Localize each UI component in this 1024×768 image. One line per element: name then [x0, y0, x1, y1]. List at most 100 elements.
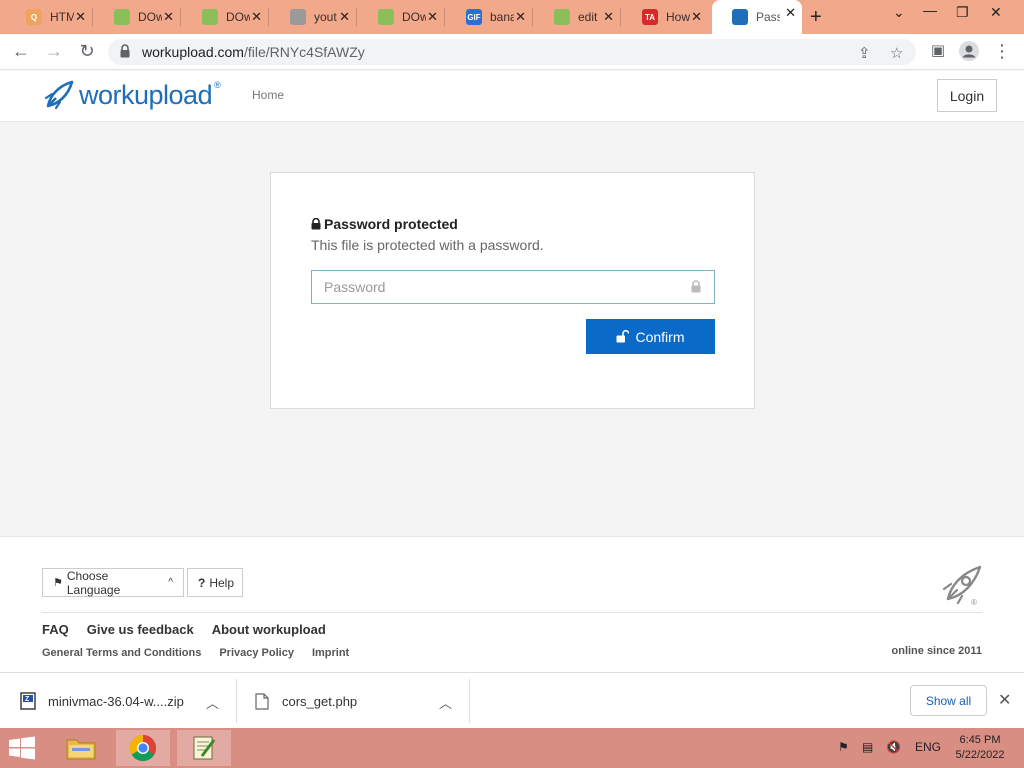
footer-divider	[42, 612, 982, 613]
chevron-up-icon[interactable]: ︿	[206, 693, 219, 712]
download-divider	[236, 679, 237, 723]
share-icon[interactable]: ⇪	[858, 44, 871, 62]
show-all-button[interactable]: Show all	[910, 685, 987, 716]
notepad-plus-icon[interactable]	[177, 730, 231, 766]
close-icon[interactable]: ✕	[998, 690, 1011, 710]
nav-home-link[interactable]: Home	[252, 88, 284, 102]
logo-registered-mark: ®	[214, 80, 221, 90]
card-title: Password protected	[311, 216, 458, 232]
language-indicator[interactable]: ENG	[915, 740, 941, 754]
browser-tab[interactable]: GIF bana ✕	[446, 4, 533, 30]
browser-tab[interactable]: Q HTM ✕	[6, 4, 93, 30]
tab-title: Pass	[756, 10, 780, 24]
volume-muted-icon[interactable]: 🔇	[886, 740, 901, 754]
file-explorer-icon[interactable]	[54, 730, 108, 766]
unlock-icon	[616, 330, 630, 343]
site-header: workupload ® Home Login	[0, 71, 1024, 122]
side-panel-icon[interactable]: ▣	[927, 41, 949, 59]
tab-close-icon[interactable]: ✕	[339, 9, 350, 25]
online-since-text: online since 2011	[891, 645, 983, 657]
tab-close-icon[interactable]: ✕	[427, 9, 438, 25]
choose-language-button[interactable]: ⚑ Choose Language ^	[42, 568, 184, 597]
download-item[interactable]: Z minivmac-36.04-w....zip	[20, 673, 184, 729]
tab-title: DOw	[402, 10, 426, 24]
file-icon	[255, 692, 269, 710]
about-link[interactable]: About workupload	[212, 622, 326, 637]
question-icon: ?	[198, 575, 206, 590]
password-input[interactable]	[311, 270, 715, 304]
tab-close-icon[interactable]: ✕	[603, 9, 614, 25]
restore-button[interactable]: ❐	[956, 4, 969, 21]
tab-close-icon[interactable]: ✕	[515, 9, 526, 25]
close-window-button[interactable]: ✕	[990, 4, 1002, 21]
reload-button[interactable]: ↻	[76, 41, 98, 62]
site-footer: ⚑ Choose Language ^ ? Help ® FAQ Give us…	[0, 536, 1024, 672]
download-item[interactable]: cors_get.php	[255, 673, 357, 729]
chevron-up-icon: ^	[168, 577, 173, 588]
faq-link[interactable]: FAQ	[42, 622, 69, 637]
tab-close-icon[interactable]: ✕	[75, 9, 86, 25]
tab-title: yout	[314, 10, 337, 24]
tab-close-icon[interactable]: ✕	[785, 5, 796, 21]
browser-tab[interactable]: Pass ✕	[712, 0, 802, 34]
bookmark-star-icon[interactable]: ☆	[890, 44, 903, 62]
tab-title: DOw	[226, 10, 250, 24]
footer-links: FAQ Give us feedback About workupload	[42, 622, 326, 637]
tab-favicon-icon	[554, 9, 570, 25]
tab-title: How	[666, 10, 690, 24]
tab-search-chevron-icon[interactable]: ⌄	[893, 4, 905, 21]
tab-strip: Q HTM ✕ DOw ✕ DOw ✕ yout ✕ DOw ✕ GIF bana ✕ edit ✕ TA How…	[0, 0, 1024, 34]
svg-text:Z: Z	[25, 696, 30, 703]
terms-link[interactable]: General Terms and Conditions	[42, 647, 201, 659]
tab-separator	[92, 8, 93, 26]
tab-favicon-icon: Q	[26, 9, 42, 25]
imprint-link[interactable]: Imprint	[312, 647, 349, 659]
svg-text:®: ®	[971, 598, 977, 607]
minimize-button[interactable]: —	[923, 2, 937, 18]
password-card: Password protected This file is protecte…	[270, 172, 755, 409]
zip-icon: Z	[20, 692, 36, 710]
new-tab-button[interactable]: +	[810, 6, 822, 29]
tab-close-icon[interactable]: ✕	[251, 9, 262, 25]
input-lock-icon	[691, 280, 701, 293]
taskbar-clock[interactable]: 6:45 PM 5/22/2022	[952, 733, 1008, 763]
address-bar[interactable]: workupload.com/file/RNYc4SfAWZy ⇪ ☆	[108, 39, 916, 65]
rocket-icon: ®	[942, 565, 982, 607]
browser-tab[interactable]: DOw ✕	[358, 4, 445, 30]
browser-menu-icon[interactable]: ⋮	[991, 41, 1013, 62]
downloads-bar: Z minivmac-36.04-w....zip ︿ cors_get.php…	[0, 672, 1024, 728]
browser-tab[interactable]: DOw ✕	[182, 4, 269, 30]
tab-favicon-icon	[290, 9, 306, 25]
browser-tab[interactable]: DOw ✕	[94, 4, 181, 30]
login-button[interactable]: Login	[937, 79, 997, 112]
tab-favicon-icon	[378, 9, 394, 25]
forward-button[interactable]: →	[43, 41, 65, 62]
chrome-icon[interactable]	[116, 730, 170, 766]
tab-separator	[444, 8, 445, 26]
browser-tab[interactable]: edit ✕	[534, 4, 621, 30]
profile-avatar-icon[interactable]	[958, 41, 980, 66]
lock-icon[interactable]	[120, 44, 130, 58]
footer-legal-links: General Terms and Conditions Privacy Pol…	[42, 647, 349, 659]
network-alert-icon[interactable]: ⚑	[838, 740, 849, 754]
help-button[interactable]: ? Help	[187, 568, 243, 597]
tab-separator	[268, 8, 269, 26]
tab-close-icon[interactable]: ✕	[163, 9, 174, 25]
confirm-button[interactable]: Confirm	[586, 319, 715, 354]
privacy-link[interactable]: Privacy Policy	[219, 647, 294, 659]
download-divider	[469, 679, 470, 723]
back-button[interactable]: ←	[10, 41, 32, 62]
feedback-link[interactable]: Give us feedback	[87, 622, 194, 637]
workupload-logo[interactable]: workupload ®	[42, 78, 221, 112]
tab-separator	[532, 8, 533, 26]
browser-tab[interactable]: TA How ✕	[622, 4, 708, 30]
chevron-up-icon[interactable]: ︿	[439, 693, 452, 712]
windows-start-icon[interactable]	[8, 736, 36, 760]
browser-tab[interactable]: yout ✕	[270, 4, 357, 30]
logo-text: workupload	[79, 79, 213, 110]
language-flag-icon: ⚑	[53, 577, 63, 589]
display-icon[interactable]: ▤	[862, 740, 873, 754]
tab-close-icon[interactable]: ✕	[691, 9, 702, 25]
tab-separator	[356, 8, 357, 26]
padlock-icon	[311, 218, 321, 230]
